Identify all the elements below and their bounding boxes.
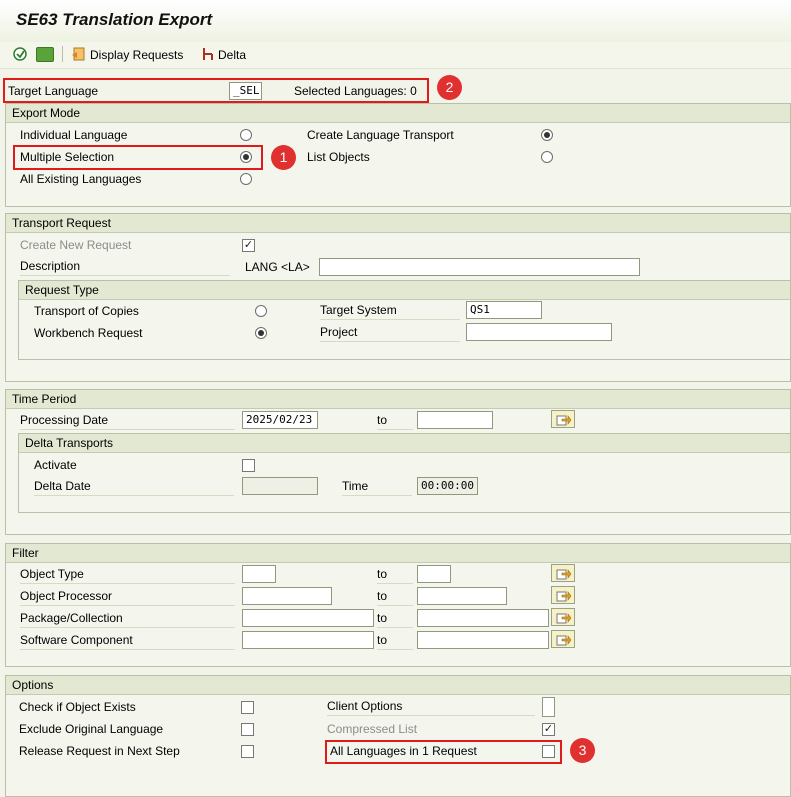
create-language-transport-label: Create Language Transport [307,128,454,142]
highlight-box-multiple-selection [13,145,263,170]
software-component-label: Software Component [20,632,235,650]
software-component-from-field[interactable] [242,631,374,649]
time-field[interactable]: 00:00:00 [417,477,478,495]
compressed-list-checkbox[interactable]: ✓ [542,723,555,736]
compressed-list-label: Compressed List [327,722,418,736]
release-request-next-step-checkbox[interactable] [241,745,254,758]
transport-of-copies-radio[interactable] [255,305,267,317]
multiple-selection-arrow-icon [556,635,572,646]
workbench-request-label: Workbench Request [34,326,143,340]
options-group: Options [5,675,791,797]
object-processor-from-field[interactable] [242,587,332,605]
object-processor-to-field[interactable] [417,587,507,605]
all-existing-languages-radio[interactable] [240,173,252,185]
time-period-title: Time Period [6,390,790,409]
multiple-selection-button[interactable] [551,410,575,428]
annotation-badge-3: 3 [570,738,595,763]
package-collection-multi-select-button[interactable] [551,608,575,626]
annotation-badge-2: 2 [437,75,462,100]
annotation-badge-1: 1 [271,145,296,170]
delta-date-label: Delta Date [34,478,234,496]
options-title: Options [6,676,790,695]
software-component-to-field[interactable] [417,631,549,649]
processing-date-label: Processing Date [20,412,235,430]
object-processor-multi-select-button[interactable] [551,586,575,604]
toolbar-separator [62,46,63,62]
display-requests-icon[interactable] [71,46,87,62]
individual-language-label: Individual Language [20,128,128,142]
package-collection-to-label: to [377,610,413,628]
description-label: Description [20,258,230,276]
processing-date-to-label: to [377,412,413,430]
object-type-to-field[interactable] [417,565,451,583]
exclude-original-language-checkbox[interactable] [241,723,254,736]
list-objects-radio[interactable] [541,151,553,163]
object-processor-to-label: to [377,588,413,606]
highlight-box-all-languages [325,740,562,764]
client-options-field[interactable] [542,697,555,717]
processing-date-from-field[interactable]: 2025/02/23 [242,411,318,429]
processing-date-to-field[interactable] [417,411,493,429]
target-system-field[interactable]: QS1 [466,301,542,319]
all-existing-languages-label: All Existing Languages [20,172,142,186]
background-job-icon[interactable] [36,47,54,62]
object-type-to-label: to [377,566,413,584]
create-new-request-label: Create New Request [20,238,132,252]
create-language-transport-radio[interactable] [541,129,553,141]
project-label: Project [320,324,460,342]
package-collection-label: Package/Collection [20,610,235,628]
description-prefix: LANG <LA> [245,260,310,274]
window-title: SE63 Translation Export [16,10,213,29]
time-label: Time [342,478,412,496]
package-collection-to-field[interactable] [417,609,549,627]
delta-transports-group: Delta Transports [18,433,791,513]
object-type-label: Object Type [20,566,235,584]
client-options-label: Client Options [327,698,535,716]
activate-checkbox[interactable] [242,459,255,472]
transport-request-title: Transport Request [6,214,790,233]
object-processor-label: Object Processor [20,588,235,606]
description-input[interactable] [319,258,640,276]
target-system-label: Target System [320,302,460,320]
display-requests-button[interactable]: Display Requests [90,48,183,62]
multiple-selection-arrow-icon [556,591,572,602]
activate-label: Activate [34,458,77,472]
software-component-multi-select-button[interactable] [551,630,575,648]
request-type-title: Request Type [19,281,790,300]
check-object-exists-label: Check if Object Exists [19,700,136,714]
object-type-multi-select-button[interactable] [551,564,575,582]
delta-date-field[interactable] [242,477,318,495]
request-type-group: Request Type [18,280,791,360]
check-object-exists-checkbox[interactable] [241,701,254,714]
release-request-next-step-label: Release Request in Next Step [19,744,180,758]
multiple-selection-arrow-icon [556,415,572,426]
software-component-to-label: to [377,632,413,650]
workbench-request-radio[interactable] [255,327,267,339]
filter-title: Filter [6,544,790,563]
list-objects-label: List Objects [307,150,370,164]
exclude-original-language-label: Exclude Original Language [19,722,164,736]
execute-icon[interactable] [12,46,28,62]
delta-button[interactable]: Delta [218,48,246,62]
create-new-request-checkbox[interactable]: ✓ [242,239,255,252]
transport-of-copies-label: Transport of Copies [34,304,139,318]
package-collection-from-field[interactable] [242,609,374,627]
delta-icon[interactable] [200,46,216,62]
multiple-selection-arrow-icon [556,613,572,624]
highlight-box-target-language [3,78,429,103]
project-field[interactable] [466,323,612,341]
export-mode-title: Export Mode [6,104,790,123]
multiple-selection-arrow-icon [556,569,572,580]
delta-transports-title: Delta Transports [19,434,790,453]
individual-language-radio[interactable] [240,129,252,141]
object-type-from-field[interactable] [242,565,276,583]
